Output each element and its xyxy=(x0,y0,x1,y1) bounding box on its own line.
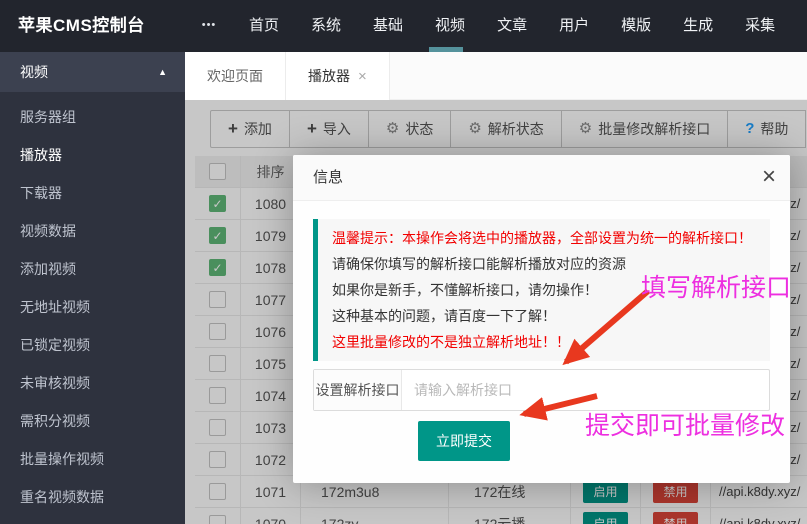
sidebar-item-batch-video[interactable]: 批量操作视频 xyxy=(0,440,185,478)
warning-alert: 温馨提示：本操作会将选中的播放器，全部设置为统一的解析接口！ 请确保你填写的解析… xyxy=(313,219,770,361)
nav-item-article[interactable]: 文章 xyxy=(481,0,543,52)
alert-line: 温馨提示：本操作会将选中的播放器，全部设置为统一的解析接口！ xyxy=(332,230,752,246)
sidebar-item-no-address-video[interactable]: 无地址视频 xyxy=(0,288,185,326)
nav-item-generate[interactable]: 生成 xyxy=(667,0,729,52)
nav-item-user[interactable]: 用户 xyxy=(543,0,605,52)
sidebar-item-player[interactable]: 播放器 xyxy=(0,136,185,174)
tab-player-label: 播放器 xyxy=(308,68,350,84)
modal-header: 信息 × xyxy=(293,155,790,201)
collapse-caret-icon: ▲ xyxy=(158,67,167,77)
nav-item-basic[interactable]: 基础 xyxy=(357,0,419,52)
submit-button[interactable]: 立即提交 xyxy=(418,421,510,461)
nav-item-template[interactable]: 模版 xyxy=(605,0,667,52)
top-navbar: 苹果CMS控制台 ••• 首页 系统 基础 视频 文章 用户 模版 生成 采集 xyxy=(0,0,807,52)
sidebar-item-downloader[interactable]: 下载器 xyxy=(0,174,185,212)
alert-line: 这种基本的问题，请百度一下了解！ xyxy=(332,308,556,324)
close-icon[interactable]: × xyxy=(762,163,776,192)
alert-line: 如果你是新手，不懂解析接口，请勿操作！ xyxy=(332,282,598,298)
nav-item-video[interactable]: 视频 xyxy=(419,0,481,52)
tab-bar: 欢迎页面 播放器 × xyxy=(185,52,807,100)
sidebar-section-video[interactable]: 视频 ▲ xyxy=(0,52,185,92)
tab-player[interactable]: 播放器 × xyxy=(286,52,390,100)
parse-api-input[interactable] xyxy=(402,370,769,410)
sidebar-item-server-group[interactable]: 服务器组 xyxy=(0,98,185,136)
app-brand: 苹果CMS控制台 xyxy=(18,16,145,35)
nav-item-collect[interactable]: 采集 xyxy=(729,0,791,52)
alert-line: 请确保你填写的解析接口能解析播放对应的资源 xyxy=(332,256,626,272)
sidebar-section-title: 视频 xyxy=(20,64,48,80)
sidebar: 视频 ▲ 服务器组 播放器 下载器 视频数据 添加视频 无地址视频 已锁定视频 … xyxy=(0,52,185,524)
parse-api-label: 设置解析接口 xyxy=(314,370,402,410)
info-modal: 信息 × 温馨提示：本操作会将选中的播放器，全部设置为统一的解析接口！ 请确保你… xyxy=(293,155,790,483)
main-menu: 首页 系统 基础 视频 文章 用户 模版 生成 采集 xyxy=(233,0,791,52)
sidebar-item-points-video[interactable]: 需积分视频 xyxy=(0,402,185,440)
tab-welcome[interactable]: 欢迎页面 xyxy=(185,52,286,100)
parse-api-form-row: 设置解析接口 xyxy=(313,369,770,411)
nav-item-system[interactable]: 系统 xyxy=(295,0,357,52)
nav-item-home[interactable]: 首页 xyxy=(233,0,295,52)
sidebar-item-add-video[interactable]: 添加视频 xyxy=(0,250,185,288)
sidebar-item-locked-video[interactable]: 已锁定视频 xyxy=(0,326,185,364)
tab-welcome-label: 欢迎页面 xyxy=(207,68,263,84)
modal-body: 温馨提示：本操作会将选中的播放器，全部设置为统一的解析接口！ 请确保你填写的解析… xyxy=(293,201,790,479)
sidebar-item-duplicate-video[interactable]: 重名视频数据 xyxy=(0,478,185,516)
tab-close-icon[interactable]: × xyxy=(358,69,367,84)
alert-line: 这里批量修改的不是独立解析地址！！ xyxy=(332,334,570,350)
modal-title: 信息 xyxy=(313,169,344,186)
sidebar-item-unreviewed-video[interactable]: 未审核视频 xyxy=(0,364,185,402)
menu-dots-icon[interactable]: ••• xyxy=(185,0,233,52)
sidebar-item-video-data[interactable]: 视频数据 xyxy=(0,212,185,250)
